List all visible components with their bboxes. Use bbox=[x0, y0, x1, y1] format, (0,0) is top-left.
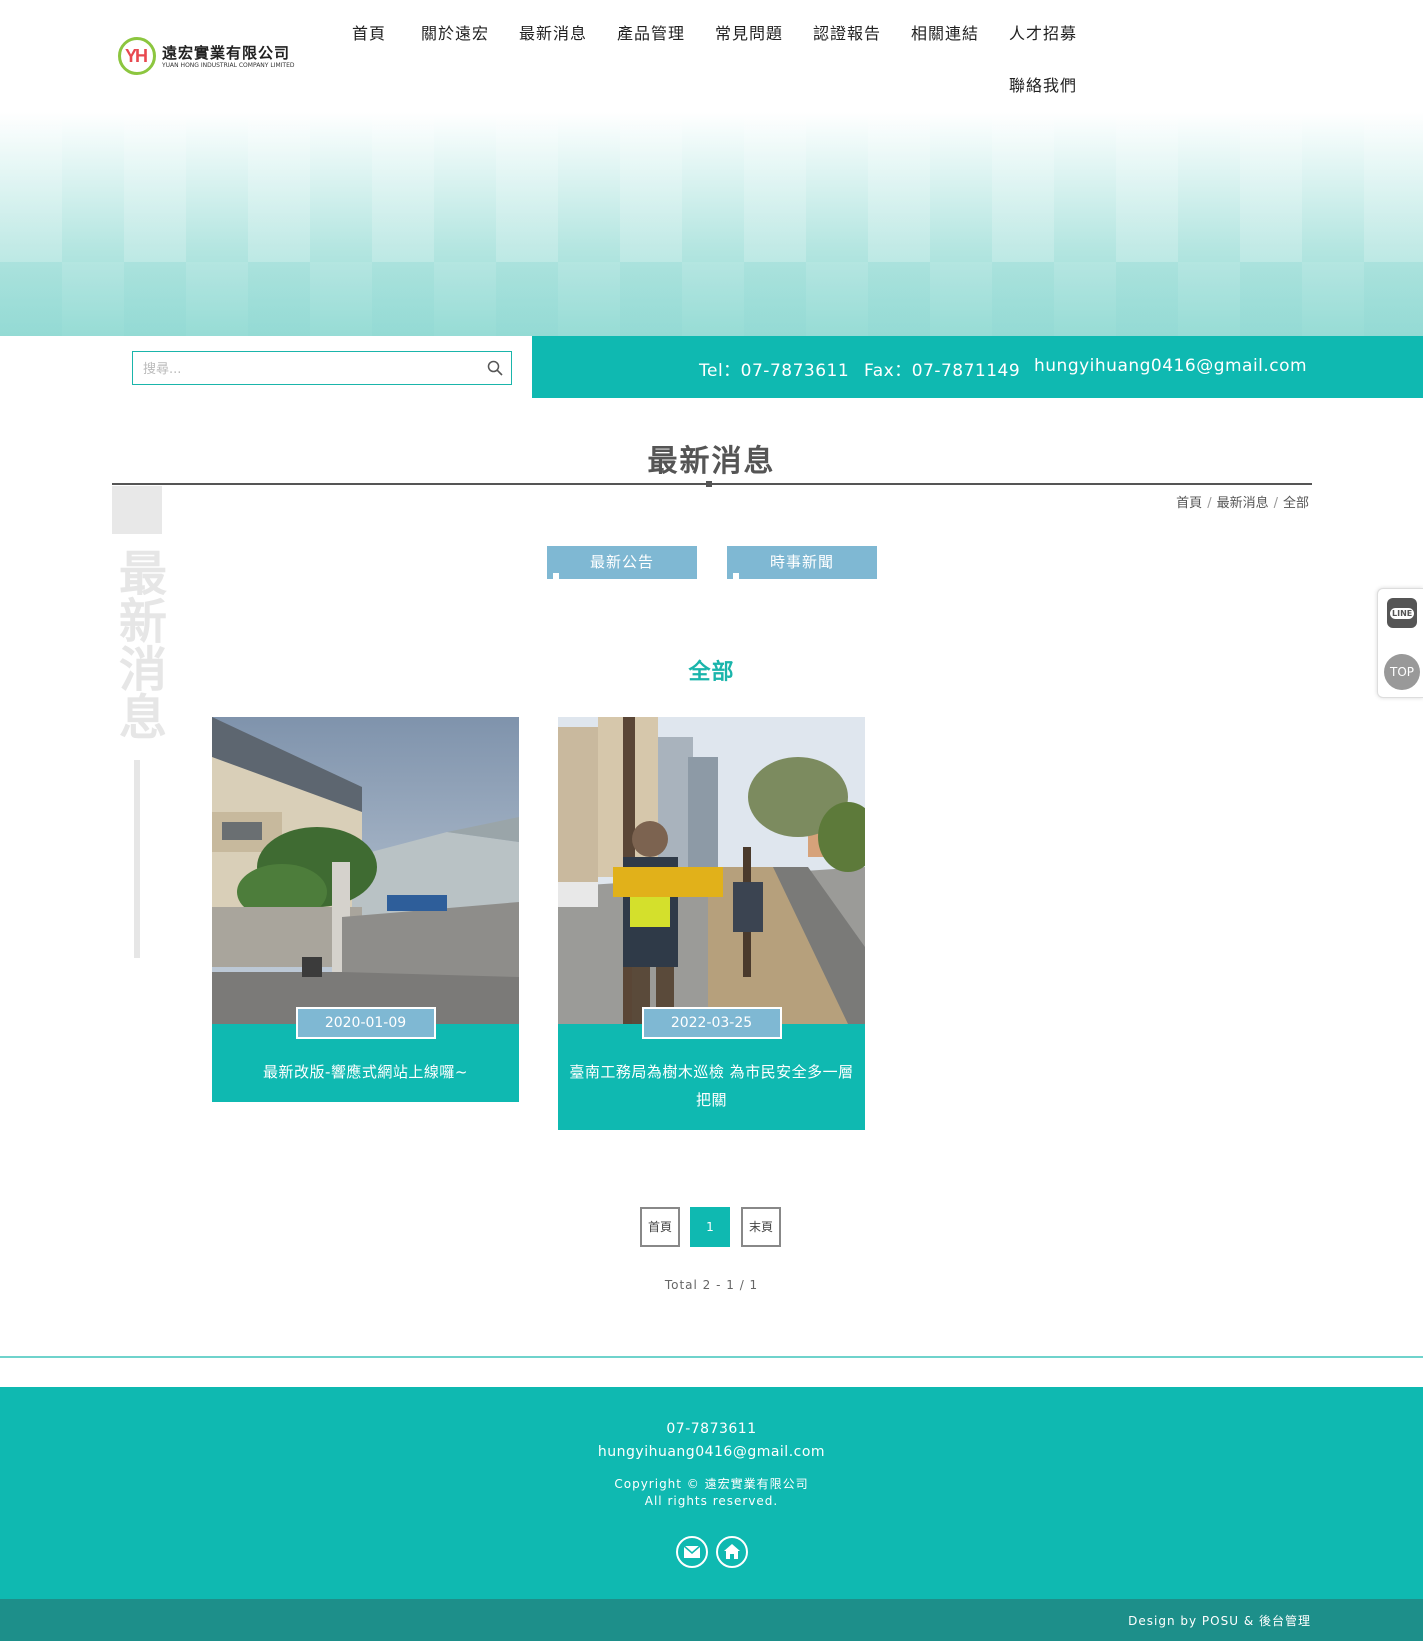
breadcrumb-current: 全部 bbox=[1282, 496, 1309, 511]
footer-rights: All rights reserved. bbox=[644, 1494, 779, 1508]
tab-label: 最新公告 bbox=[589, 553, 654, 571]
footer-design-credit[interactable]: Design by POSU & 後台管理 bbox=[1128, 1612, 1311, 1629]
nav-about[interactable]: 關於遠宏 bbox=[421, 20, 489, 44]
news-card[interactable]: 2020-01-09 最新改版-響應式網站上線囉~ bbox=[212, 717, 519, 1102]
hero-banner bbox=[0, 112, 1423, 336]
breadcrumb-news[interactable]: 最新消息 bbox=[1217, 496, 1269, 511]
nav-links[interactable]: 相關連結 bbox=[911, 20, 979, 44]
nav-faq[interactable]: 常見問題 bbox=[715, 20, 783, 44]
page: YH 遠宏實業有限公司 YUAN HONG INDUSTRIAL COMPANY… bbox=[0, 0, 1423, 1641]
tab-announcements[interactable]: 最新公告 bbox=[547, 546, 697, 579]
contact-fax: Fax：07-7871149 bbox=[864, 361, 1021, 381]
side-vertical-label: 最新消息 bbox=[110, 548, 166, 740]
line-icon: LINE bbox=[1390, 608, 1415, 619]
tree-inspection-image bbox=[558, 717, 865, 1024]
tab-nub bbox=[733, 573, 739, 579]
title-divider-dot bbox=[706, 481, 712, 487]
nav-contact[interactable]: 聯絡我們 bbox=[1009, 72, 1077, 96]
search-input[interactable] bbox=[143, 359, 463, 379]
news-date: 2022-03-25 bbox=[641, 1007, 782, 1039]
news-title[interactable]: 臺南工務局為樹木巡檢 為市民安全多一層把關 bbox=[558, 1024, 865, 1130]
line-chat-button[interactable]: LINE bbox=[1387, 598, 1417, 628]
site-logo[interactable]: YH 遠宏實業有限公司 YUAN HONG INDUSTRIAL COMPANY… bbox=[118, 37, 303, 77]
nav-news[interactable]: 最新消息 bbox=[519, 20, 587, 44]
side-decor-box bbox=[112, 486, 162, 534]
footer-phone: 07-7873611 bbox=[666, 1421, 757, 1437]
news-date: 2020-01-09 bbox=[295, 1007, 436, 1039]
breadcrumb: 首頁 / 最新消息 / 全部 bbox=[1176, 492, 1309, 511]
contact-email[interactable]: hungyihuang0416@gmail.com bbox=[1034, 356, 1307, 376]
mail-icon-glyph bbox=[683, 1545, 701, 1558]
back-to-top-button[interactable]: TOP bbox=[1384, 654, 1420, 690]
breadcrumb-home[interactable]: 首頁 bbox=[1176, 496, 1202, 511]
footer-copyright: Copyright © 遠宏實業有限公司 bbox=[614, 1477, 809, 1491]
nav-careers[interactable]: 人才招募 bbox=[1009, 20, 1077, 44]
tab-label: 時事新聞 bbox=[769, 553, 834, 571]
nav-home[interactable]: 首頁 bbox=[352, 20, 386, 44]
category-title: 全部 bbox=[688, 660, 735, 685]
news-photo-factory[interactable] bbox=[212, 717, 519, 1024]
site-footer: 07-7873611 hungyihuang0416@gmail.com Cop… bbox=[0, 1387, 1423, 1599]
side-decor-bar bbox=[134, 760, 140, 958]
tab-nub bbox=[553, 573, 559, 579]
pagination-first[interactable]: 首頁 bbox=[640, 1207, 680, 1247]
breadcrumb-separator: / bbox=[1207, 496, 1212, 511]
site-header: YH 遠宏實業有限公司 YUAN HONG INDUSTRIAL COMPANY… bbox=[0, 0, 1423, 112]
breadcrumb-separator: / bbox=[1273, 496, 1278, 511]
nav-products[interactable]: 產品管理 bbox=[617, 20, 685, 44]
banner-pattern-lower bbox=[0, 262, 1423, 336]
contact-bar: Tel：07-7873611 Fax：07-7871149 hungyihuan… bbox=[532, 336, 1423, 398]
search-box bbox=[132, 351, 512, 385]
logo-mark-text: YH bbox=[125, 46, 148, 66]
footer-email[interactable]: hungyihuang0416@gmail.com bbox=[0, 1444, 1423, 1460]
news-card[interactable]: 2022-03-25 臺南工務局為樹木巡檢 為市民安全多一層把關 bbox=[558, 717, 865, 1130]
nav-certification[interactable]: 認證報告 bbox=[813, 20, 881, 44]
title-divider bbox=[112, 483, 1312, 485]
pagination-page-current[interactable]: 1 bbox=[690, 1207, 730, 1247]
contact-tel: Tel：07-7873611 bbox=[699, 361, 850, 381]
footer-divider bbox=[0, 1356, 1423, 1358]
logo-company-sub: YUAN HONG INDUSTRIAL COMPANY LIMITED bbox=[162, 62, 295, 69]
news-photo-tree-inspection[interactable] bbox=[558, 717, 865, 1024]
pagination-last[interactable]: 末頁 bbox=[741, 1207, 781, 1247]
page-title: 最新消息 bbox=[647, 444, 776, 479]
pagination-total: Total 2 - 1 / 1 bbox=[664, 1278, 759, 1292]
search-icon[interactable] bbox=[487, 360, 503, 376]
mail-icon[interactable] bbox=[676, 1536, 708, 1568]
floating-widget: LINE TOP bbox=[1377, 588, 1423, 698]
logo-mark: YH bbox=[118, 37, 156, 75]
factory-image bbox=[212, 717, 519, 1024]
footer-bottom-bar: Design by POSU & 後台管理 bbox=[0, 1599, 1423, 1641]
home-icon[interactable] bbox=[716, 1536, 748, 1568]
tab-current-news[interactable]: 時事新聞 bbox=[727, 546, 877, 579]
home-icon-glyph bbox=[724, 1544, 740, 1559]
logo-company-name: 遠宏實業有限公司 bbox=[162, 44, 291, 62]
